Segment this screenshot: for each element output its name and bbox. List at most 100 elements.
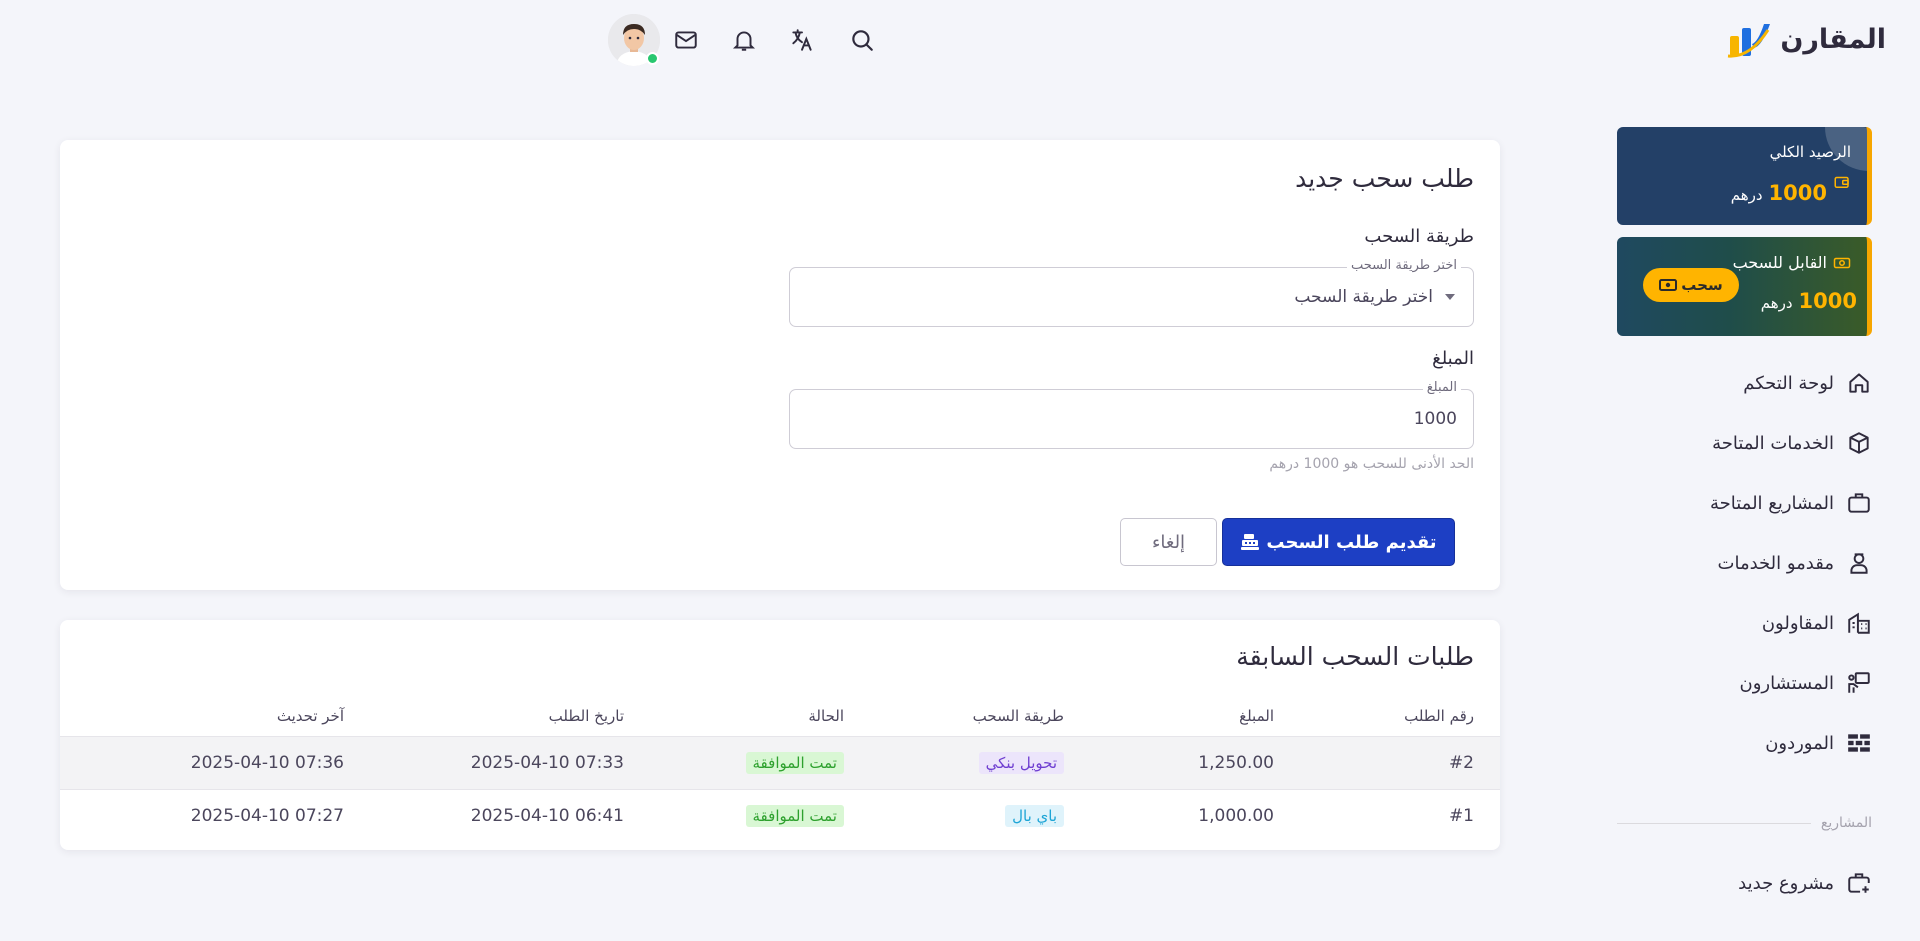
cash-icon [1833, 257, 1851, 268]
submit-withdraw-button[interactable]: تقديم طلب السحب [1222, 518, 1455, 566]
amount-input[interactable] [790, 390, 1473, 448]
cell-method: باي بال [870, 788, 1090, 842]
sidebar-item-suppliers[interactable]: الموردون [1617, 713, 1872, 773]
column-header-updated[interactable]: آخر تحديث [60, 702, 370, 736]
divider [1617, 822, 1811, 824]
brand[interactable]: المقارن [1724, 18, 1886, 60]
withdraw-button-label: سحب [1681, 276, 1723, 294]
sidebar-item-label: المشاريع المتاحة [1709, 492, 1834, 514]
wallet-available-title: القابل للسحب [1732, 253, 1827, 272]
wallet-available-card: القابل للسحب 1000 درهم سحب [1617, 237, 1872, 336]
cell-updated: 2025-04-10 07:36 [60, 735, 370, 789]
home-icon [1849, 373, 1869, 393]
wallet-total-currency: درهم [1730, 186, 1763, 204]
updated-date: 2025-04-10 07:27 [190, 805, 344, 826]
method-select-value: اختر طريقة السحب [1294, 287, 1433, 307]
table-header-row: رقم الطلب المبلغ طريقة السحب الحالة تاري… [60, 702, 1500, 736]
building-icon [1848, 612, 1870, 634]
sidebar-item-contractors[interactable]: المقاولون [1617, 593, 1872, 653]
sidebar-item-label: الخدمات المتاحة [1712, 432, 1834, 454]
cell-amount: 1,250.00 [1090, 735, 1300, 789]
sidebar-item-label: المستشارون [1739, 672, 1834, 694]
sidebar-nav-projects: مشروع جديد [1617, 853, 1872, 913]
sidebar-item-label: مقدمو الخدمات [1717, 552, 1834, 574]
bell-icon [732, 31, 756, 51]
method-badge: باي بال [1005, 804, 1064, 827]
briefcase-icon [1848, 493, 1870, 513]
column-header-amount[interactable]: المبلغ [1090, 702, 1300, 736]
cell-id: #1 [1300, 788, 1500, 842]
withdraw-history-table: رقم الطلب المبلغ طريقة السحب الحالة تاري… [60, 702, 1500, 842]
mail-icon [675, 31, 697, 49]
withdraw-method-select[interactable]: اختر طريقة السحب اختر طريقة السحب [789, 258, 1474, 327]
cell-status: تمت الموافقة [650, 788, 870, 842]
sidebar-nav: لوحة التحكم الخدمات المتاحة المشاريع الم… [1617, 353, 1872, 773]
section-title: طلبات السحب السابقة [1236, 642, 1474, 671]
cell-requested: 2025-04-10 07:33 [370, 735, 650, 789]
column-header-id[interactable]: رقم الطلب [1300, 702, 1500, 736]
user-avatar-button[interactable] [608, 14, 660, 66]
table-row[interactable]: #2 1,250.00 تحويل بنكي تمت الموافقة 2025… [60, 735, 1500, 789]
column-header-status[interactable]: الحالة [650, 702, 870, 736]
amount-helper-text: الحد الأدنى للسحب هو 1000 درهم [1269, 456, 1474, 472]
brand-name: المقارن [1780, 23, 1886, 55]
updated-date: 2025-04-10 07:36 [190, 752, 344, 773]
notifications-button[interactable] [728, 24, 760, 56]
amount-field-label: المبلغ [1432, 348, 1474, 369]
cell-id: #2 [1300, 735, 1500, 789]
translate-icon [792, 29, 812, 51]
messages-button[interactable] [670, 24, 702, 56]
page-title: طلب سحب جديد [1295, 164, 1474, 193]
requested-date: 2025-04-10 07:33 [470, 752, 624, 773]
language-button[interactable] [786, 24, 818, 56]
cell-updated: 2025-04-10 07:27 [60, 788, 370, 842]
sidebar-item-available-services[interactable]: الخدمات المتاحة [1617, 413, 1872, 473]
table-row[interactable]: #1 1,000.00 باي بال تمت الموافقة 2025-04… [60, 788, 1500, 842]
presentation-icon [1848, 672, 1870, 693]
sidebar-item-service-providers[interactable]: مقدمو الخدمات [1617, 533, 1872, 593]
requested-date: 2025-04-10 06:41 [470, 805, 624, 826]
wallet-icon [1834, 176, 1849, 188]
search-icon [852, 30, 873, 51]
briefcase-plus-icon [1848, 873, 1870, 893]
withdraw-button[interactable]: سحب [1643, 268, 1739, 302]
cash-icon [1659, 279, 1678, 291]
search-button[interactable] [846, 24, 878, 56]
cell-method: تحويل بنكي [870, 735, 1090, 789]
status-badge: تمت الموافقة [745, 804, 844, 827]
online-status-dot [646, 52, 659, 65]
sidebar-item-label: لوحة التحكم [1743, 372, 1834, 394]
sidebar-item-new-project[interactable]: مشروع جديد [1617, 853, 1872, 913]
method-badge: تحويل بنكي [978, 751, 1064, 774]
service-provider-icon [1850, 553, 1868, 574]
method-select-legend: اختر طريقة السحب [1346, 258, 1461, 273]
cash-register-icon [1241, 534, 1260, 550]
method-field-label: طريقة السحب [1364, 226, 1474, 247]
cancel-button[interactable]: إلغاء [1120, 518, 1217, 566]
sidebar-item-consultants[interactable]: المستشارون [1617, 653, 1872, 713]
status-badge: تمت الموافقة [745, 751, 844, 774]
chevron-down-icon [1445, 294, 1455, 300]
wallet-available-amount: 1000 [1798, 289, 1857, 313]
card-decoration [1825, 127, 1867, 171]
bricks-icon [1848, 734, 1870, 752]
wallet-total-amount: 1000 [1768, 181, 1827, 205]
withdraw-history-card: طلبات السحب السابقة رقم الطلب المبلغ طري… [60, 620, 1500, 850]
wallet-available-currency: درهم [1760, 294, 1793, 312]
sidebar-item-label: المقاولون [1761, 612, 1834, 634]
submit-button-label: تقديم طلب السحب [1266, 531, 1437, 553]
sidebar-section-projects: المشاريع [1617, 815, 1872, 831]
cell-amount: 1,000.00 [1090, 788, 1300, 842]
withdraw-request-card: طلب سحب جديد طريقة السحب اختر طريقة السح… [60, 140, 1500, 590]
topbar-actions [608, 14, 878, 66]
cell-status: تمت الموافقة [650, 735, 870, 789]
sidebar-item-dashboard[interactable]: لوحة التحكم [1617, 353, 1872, 413]
column-header-requested[interactable]: تاريخ الطلب [370, 702, 650, 736]
column-header-method[interactable]: طريقة السحب [870, 702, 1090, 736]
sidebar-item-label: الموردون [1765, 732, 1834, 754]
sidebar-item-available-projects[interactable]: المشاريع المتاحة [1617, 473, 1872, 533]
cell-requested: 2025-04-10 06:41 [370, 788, 650, 842]
sidebar: المقارن الرصيد الكلي 1000 درهم القابل لل… [1600, 0, 1920, 941]
wallet-total-card: الرصيد الكلي 1000 درهم [1617, 127, 1872, 225]
sidebar-item-label: مشروع جديد [1738, 872, 1834, 894]
